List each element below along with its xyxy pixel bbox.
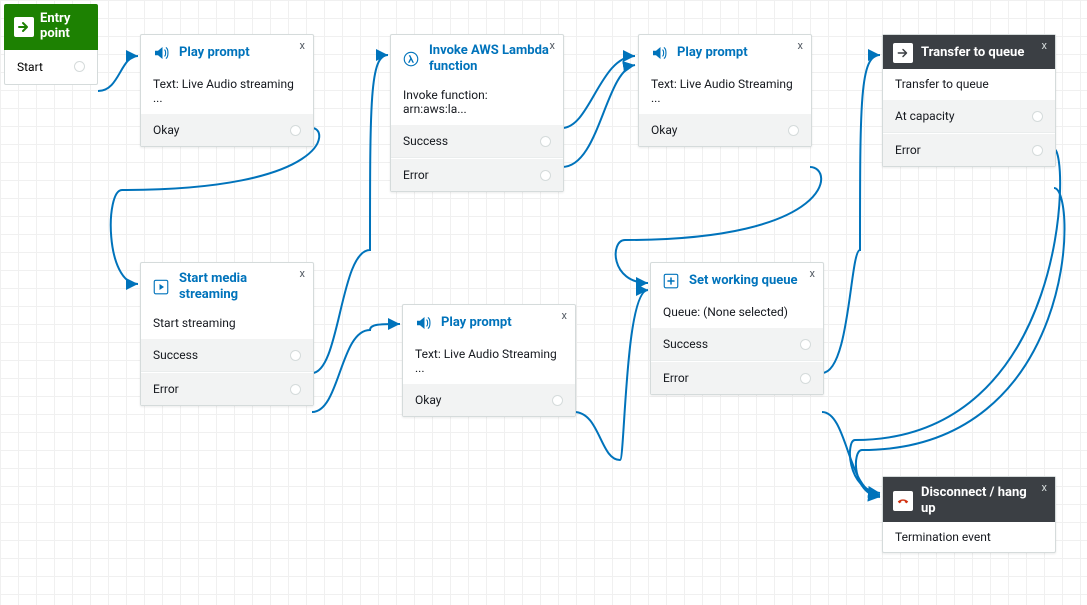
play-prompt-node-2[interactable]: Play prompt x Text: Live Audio Streaming… [402,304,576,417]
close-icon[interactable]: x [562,309,567,322]
set-working-queue-node[interactable]: Set working queue x Queue: (None selecte… [650,262,824,395]
speaker-icon [151,43,171,63]
branch-label: Success [403,134,448,148]
close-icon[interactable]: x [300,39,305,52]
port-out[interactable] [1032,111,1043,122]
entry-point-node[interactable]: Entry point Start [4,4,98,85]
transfer-icon [893,43,913,63]
speaker-icon [413,313,433,333]
node-subheader: Text: Live Audio Streaming ... [403,339,575,383]
branch-label: Error [895,143,921,157]
start-media-streaming-node[interactable]: Start media streaming x Start streaming … [140,262,314,406]
close-icon[interactable]: x [1042,39,1047,52]
node-subheader: Text: Live Audio Streaming ... [639,69,811,113]
node-header[interactable]: Start media streaming x [141,263,313,308]
node-title: Invoke AWS Lambda function [429,43,549,74]
branch-error[interactable]: Error [883,133,1055,166]
port-out[interactable] [290,384,301,395]
node-header[interactable]: Invoke AWS Lambda function x [391,35,563,80]
port-out[interactable] [800,373,811,384]
play-icon [151,277,171,297]
play-prompt-node-3[interactable]: Play prompt x Text: Live Audio Streaming… [638,34,812,147]
branch-okay[interactable]: Okay [403,383,575,416]
branch-label: Okay [651,123,677,137]
port-out[interactable] [788,125,799,136]
node-title: Start media streaming [179,271,303,302]
speaker-icon [649,43,669,63]
entry-title: Entry point [40,12,88,42]
node-subheader: Transfer to queue [883,69,1055,99]
port-out[interactable] [1032,145,1043,156]
branch-label: Okay [153,123,179,137]
node-title: Disconnect / hang up [921,485,1041,516]
branch-at-capacity[interactable]: At capacity [883,99,1055,133]
hangup-icon [893,491,913,511]
node-subheader: Termination event [883,522,1055,552]
close-icon[interactable]: x [300,267,305,280]
branch-label: Error [403,168,429,182]
close-icon[interactable]: x [1042,481,1047,494]
node-header[interactable]: Transfer to queue x [883,35,1055,69]
port-out[interactable] [290,125,301,136]
branch-label: At capacity [895,109,955,123]
node-title: Transfer to queue [921,45,1024,61]
queue-icon [661,271,681,291]
node-header[interactable]: Play prompt x [141,35,313,69]
transfer-to-queue-node[interactable]: Transfer to queue x Transfer to queue At… [882,34,1056,167]
entry-start-label: Start [17,60,43,74]
node-header[interactable]: Play prompt x [403,305,575,339]
entry-arrow-icon [14,17,34,37]
node-title: Play prompt [441,315,512,331]
node-title: Play prompt [677,45,748,61]
branch-okay[interactable]: Okay [141,113,313,146]
entry-header: Entry point [4,4,98,50]
node-header[interactable]: Disconnect / hang up x [883,477,1055,522]
branch-error[interactable]: Error [391,158,563,191]
node-title: Set working queue [689,273,798,289]
branch-label: Error [663,371,689,385]
play-prompt-node-1[interactable]: Play prompt x Text: Live Audio streaming… [140,34,314,147]
port-out[interactable] [540,136,551,147]
branch-error[interactable]: Error [141,372,313,405]
port-out[interactable] [540,170,551,181]
branch-success[interactable]: Success [391,124,563,158]
invoke-lambda-node[interactable]: Invoke AWS Lambda function x Invoke func… [390,34,564,192]
branch-label: Success [153,348,198,362]
port-out[interactable] [290,350,301,361]
entry-start-row[interactable]: Start [4,50,98,85]
port-out[interactable] [800,339,811,350]
node-header[interactable]: Play prompt x [639,35,811,69]
branch-label: Success [663,337,708,351]
branch-okay[interactable]: Okay [639,113,811,146]
lambda-icon [401,49,421,69]
close-icon[interactable]: x [550,39,555,52]
node-subheader: Text: Live Audio streaming ... [141,69,313,113]
branch-label: Okay [415,393,441,407]
close-icon[interactable]: x [810,267,815,280]
branch-label: Error [153,382,179,396]
node-title: Play prompt [179,45,250,61]
disconnect-node[interactable]: Disconnect / hang up x Termination event [882,476,1056,553]
node-header[interactable]: Set working queue x [651,263,823,297]
node-subheader: Start streaming [141,308,313,338]
close-icon[interactable]: x [798,39,803,52]
port-out[interactable] [74,61,85,72]
node-subheader: Invoke function: arn:aws:la... [391,80,563,124]
node-subheader: Queue: (None selected) [651,297,823,327]
branch-error[interactable]: Error [651,361,823,394]
port-out[interactable] [552,395,563,406]
branch-success[interactable]: Success [651,327,823,361]
branch-success[interactable]: Success [141,338,313,372]
